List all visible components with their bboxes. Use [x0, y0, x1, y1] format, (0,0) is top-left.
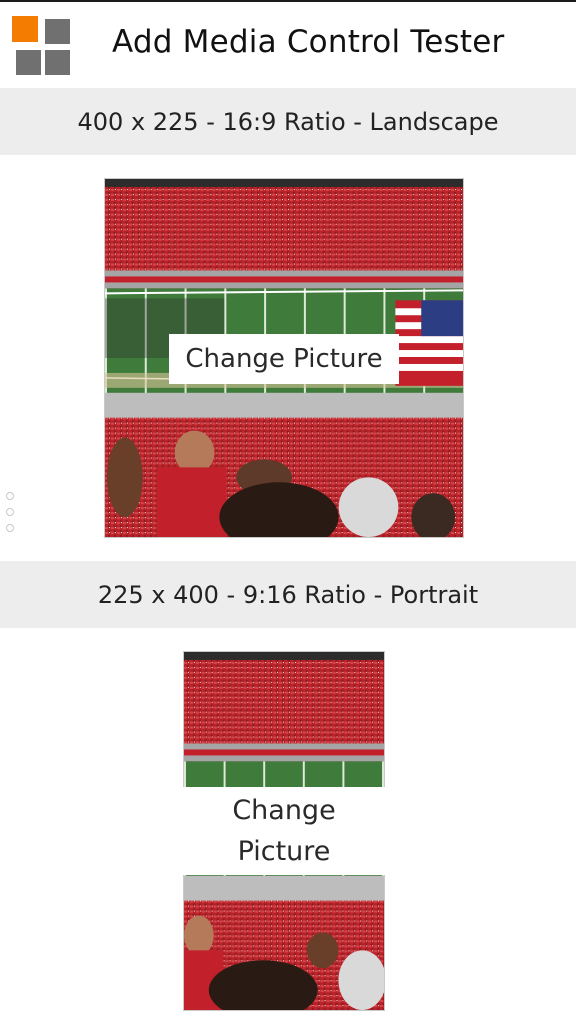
- change-picture-button-portrait[interactable]: Change Picture: [183, 787, 385, 875]
- app-header: Add Media Control Tester: [0, 2, 576, 88]
- section-heading-landscape: 400 x 225 - 16:9 Ratio - Landscape: [0, 88, 576, 155]
- section-heading-portrait: 225 x 400 - 9:16 Ratio - Portrait: [0, 561, 576, 628]
- page-dots-icon[interactable]: [6, 492, 16, 532]
- page-title: Add Media Control Tester: [112, 24, 505, 60]
- change-picture-button-landscape[interactable]: Change Picture: [169, 334, 399, 384]
- tiles-logo-icon: [12, 16, 70, 78]
